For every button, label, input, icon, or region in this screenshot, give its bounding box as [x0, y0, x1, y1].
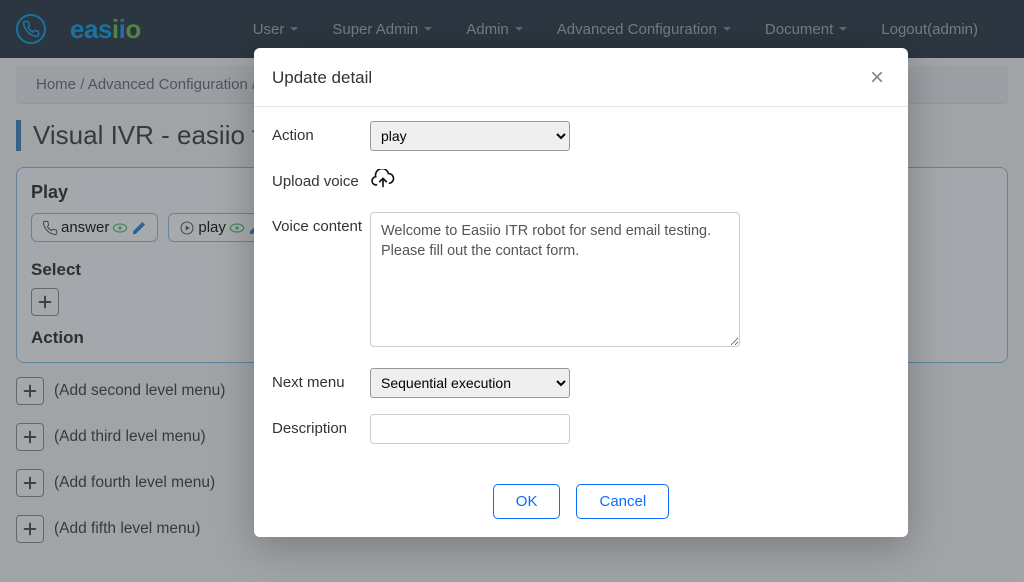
update-detail-modal: Update detail × Action play Upload voice…: [254, 48, 908, 537]
description-input[interactable]: [370, 414, 570, 444]
modal-body: Action play Upload voice Voice content N…: [254, 107, 908, 478]
voice-content-textarea[interactable]: [370, 212, 740, 347]
modal-footer: OK Cancel: [254, 478, 908, 537]
cancel-button[interactable]: Cancel: [576, 484, 669, 519]
next-menu-label: Next menu: [272, 368, 370, 398]
upload-label: Upload voice: [272, 167, 370, 196]
action-label: Action: [272, 121, 370, 151]
description-label: Description: [272, 414, 370, 444]
modal-title: Update detail: [272, 68, 372, 88]
close-icon[interactable]: ×: [864, 62, 890, 94]
action-select[interactable]: play: [370, 121, 570, 151]
modal-header: Update detail ×: [254, 48, 908, 107]
cloud-upload-icon[interactable]: [370, 169, 396, 193]
voice-content-label: Voice content: [272, 212, 370, 352]
next-menu-select[interactable]: Sequential execution: [370, 368, 570, 398]
ok-button[interactable]: OK: [493, 484, 561, 519]
